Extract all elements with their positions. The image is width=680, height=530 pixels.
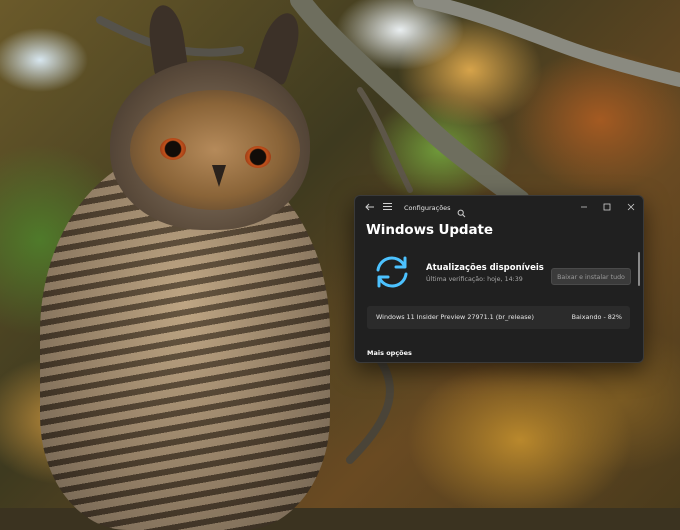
update-list-item[interactable]: Windows 11 Insider Preview 27971.1 (br_r… bbox=[367, 306, 630, 329]
minimize-icon bbox=[581, 206, 587, 208]
app-title: Configurações bbox=[404, 204, 451, 212]
owl-eye-right bbox=[245, 146, 271, 168]
scrollbar[interactable] bbox=[638, 252, 640, 286]
hamburger-menu-icon[interactable] bbox=[383, 203, 392, 211]
title-bar: Configurações bbox=[355, 196, 643, 220]
owl-beak bbox=[212, 165, 226, 187]
minimize-button[interactable] bbox=[576, 200, 592, 214]
update-name: Windows 11 Insider Preview 27971.1 (br_r… bbox=[376, 313, 534, 321]
last-check-text: Última verificação: hoje, 14:39 bbox=[426, 276, 523, 283]
close-icon bbox=[627, 203, 635, 211]
maximize-icon bbox=[603, 203, 611, 211]
maximize-button[interactable] bbox=[599, 200, 615, 214]
sync-arrows-icon bbox=[376, 256, 408, 288]
owl-eye-left bbox=[160, 138, 186, 160]
close-button[interactable] bbox=[623, 200, 639, 214]
settings-window: Configurações Windows Update Atualizaçõe… bbox=[354, 195, 644, 363]
search-icon[interactable] bbox=[457, 203, 466, 218]
back-arrow-icon[interactable] bbox=[363, 200, 377, 214]
page-title: Windows Update bbox=[366, 222, 493, 238]
download-install-all-button[interactable]: Baixar e instalar tudo bbox=[551, 268, 631, 285]
owl-face bbox=[130, 90, 300, 210]
status-title: Atualizações disponíveis bbox=[426, 263, 544, 273]
update-progress-status: Baixando - 82% bbox=[571, 313, 622, 321]
more-options-heading: Mais opções bbox=[367, 349, 412, 357]
